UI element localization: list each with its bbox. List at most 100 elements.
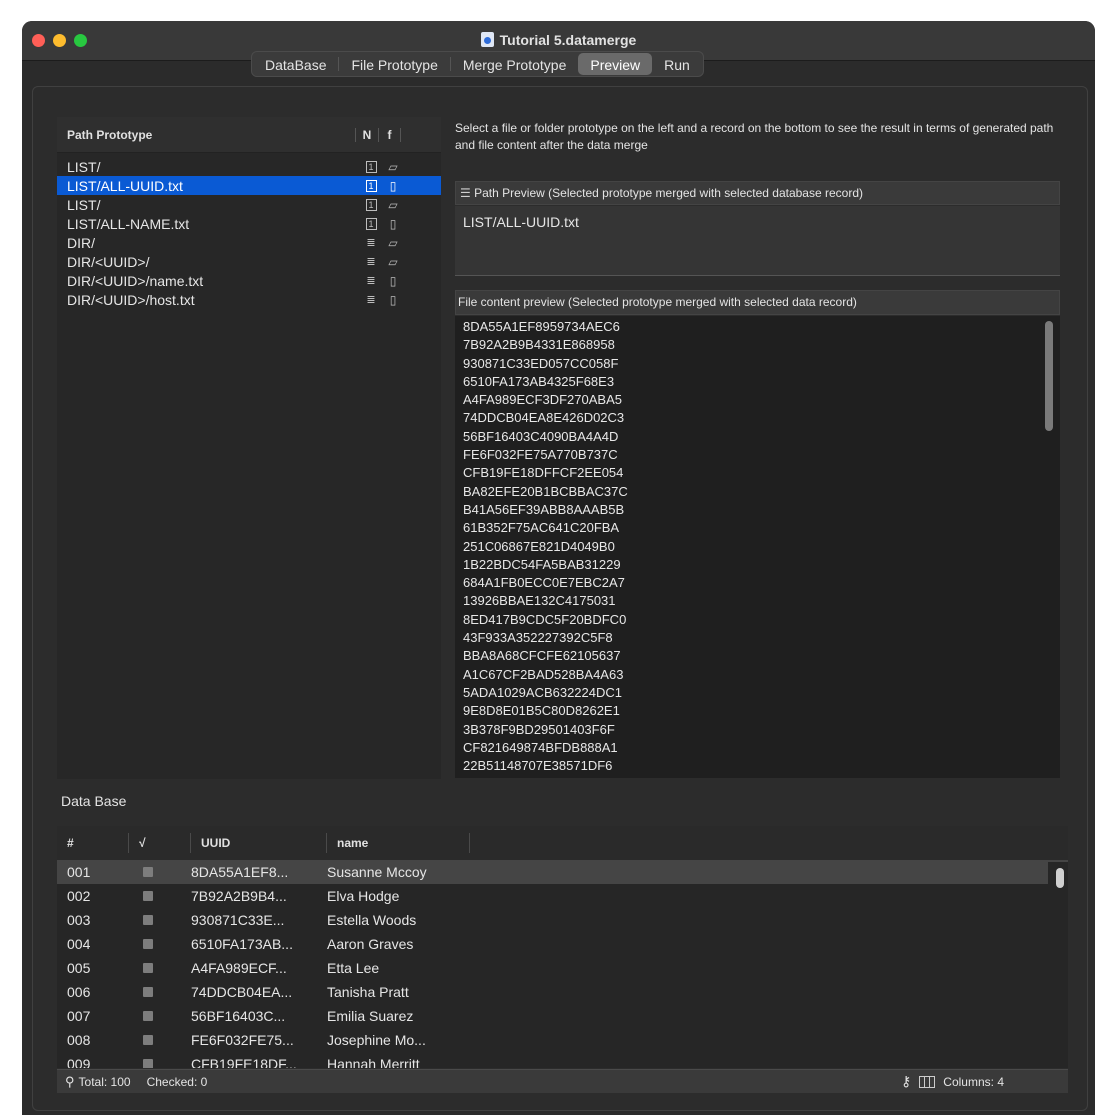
table-row[interactable]: 001 8DA55A1EF8... Susanne Mccoy (57, 860, 1068, 884)
per-record-list-icon[interactable]: ≣ (360, 236, 382, 249)
database-scrollbar[interactable] (1056, 868, 1064, 888)
file-content-preview-header: File content preview (Selected prototype… (455, 290, 1060, 315)
file-content-line: BA82EFE20B1BCBBAC37C (463, 483, 628, 499)
path-prototype-row[interactable]: DIR/<UUID>/host.txt ≣ ▯ (57, 290, 441, 309)
name-cell: Hannah Merritt (327, 1056, 420, 1068)
file-content-line: B41A56EF39ABB8AAAB5B (463, 501, 625, 517)
row-checkbox[interactable] (143, 987, 153, 997)
row-checkbox-cell (129, 960, 191, 976)
path-prototype-row[interactable]: DIR/<UUID>/ ≣ ▱ (57, 252, 441, 271)
table-row[interactable]: 007 56BF16403C... Emilia Suarez (57, 1004, 1068, 1028)
column-header-path-prototype[interactable]: Path Prototype (57, 128, 355, 142)
list-icon: ☰ (460, 186, 471, 200)
window-title: Tutorial 5.datamerge (499, 32, 637, 48)
column-header-checked[interactable]: √ (129, 833, 191, 853)
path-prototype-table: Path Prototype N f LIST/1 ▱ LIST/ALL-UUID.… (57, 117, 441, 779)
per-record-list-icon[interactable]: ≣ (360, 293, 382, 306)
table-row[interactable]: 006 74DDCB04EA... Tanisha Pratt (57, 980, 1068, 1004)
row-number: 007 (67, 1008, 91, 1024)
row-number: 006 (67, 984, 91, 1000)
file-content-line: 22B51148707E38571DF6 (463, 758, 613, 774)
single-record-icon[interactable]: 1 (360, 160, 382, 173)
row-checkbox[interactable] (143, 1035, 153, 1045)
path-prototype-header: Path Prototype N f (57, 117, 441, 153)
tab-run[interactable]: Run (652, 53, 702, 75)
row-checkbox[interactable] (143, 867, 153, 877)
key-icon[interactable]: ⚷ (901, 1073, 911, 1090)
row-number: 004 (67, 936, 91, 952)
row-checkbox[interactable] (143, 915, 153, 925)
name-cell: Aaron Graves (327, 936, 414, 952)
search-icon[interactable]: ⚲ (65, 1074, 75, 1090)
single-record-box: 1 (365, 198, 377, 211)
single-record-icon[interactable]: 1 (360, 179, 382, 192)
file-content-line: 13926BBAE132C4175031 (463, 593, 616, 609)
path-prototype-row[interactable]: LIST/ALL-UUID.txt 1 ▯ (57, 176, 441, 195)
name-cell: Josephine Mo... (327, 1032, 426, 1048)
file-content-line: 930871C33ED057CC058F (463, 355, 619, 371)
file-content-line: A4FA989ECF3DF270ABA5 (463, 392, 622, 408)
path-prototype-row[interactable]: DIR/<UUID>/name.txt ≣ ▯ (57, 271, 441, 290)
tab-database[interactable]: DataBase (253, 53, 338, 75)
single-record-icon[interactable]: 1 (360, 198, 382, 211)
table-row[interactable]: 009 CFB19FE18DF... Hannah Merritt (57, 1052, 1068, 1068)
table-row[interactable]: 002 7B92A2B9B4... Elva Hodge (57, 884, 1068, 908)
name-cell: Etta Lee (327, 960, 380, 976)
file-icon: ▯ (389, 216, 397, 231)
table-row[interactable]: 003 930871C33E... Estella Woods (57, 908, 1068, 932)
path-prototype-row[interactable]: LIST/ALL-NAME.txt 1 ▯ (57, 214, 441, 233)
path-prototype-row[interactable]: DIR/ ≣ ▱ (57, 233, 441, 252)
uuid-cell: A4FA989ECF... (191, 960, 287, 976)
file-content-line: CF821649874BFDB888A1 (463, 739, 618, 755)
per-record-list-icon[interactable]: ≣ (360, 274, 382, 287)
row-checkbox-cell (129, 864, 191, 880)
file-content-line: 43F933A352227392C5F8 (463, 630, 613, 646)
file-content-preview[interactable]: 8DA55A1EF8959734AEC6 7B92A2B9B4331E868958… (455, 316, 1060, 778)
single-record-box: 1 (365, 217, 377, 230)
path-prototype-label: LIST/ (67, 158, 101, 175)
file-content-line: 8ED417B9CDC5F20BDFC0 (463, 611, 627, 627)
row-checkbox[interactable] (143, 891, 153, 901)
file-content-line: 684A1FB0ECC0E7EBC2A7 (463, 575, 625, 591)
table-row[interactable]: 004 6510FA173AB... Aaron Graves (57, 932, 1068, 956)
row-checkbox[interactable] (143, 1011, 153, 1021)
column-header-n[interactable]: N (355, 127, 378, 142)
single-record-icon[interactable]: 1 (360, 217, 382, 230)
path-preview-header: ☰ Path Preview (Selected prototype merge… (455, 181, 1060, 205)
folder-icon: ▱ (388, 235, 398, 250)
row-checkbox[interactable] (143, 1059, 153, 1068)
columns-count: Columns: 4 (943, 1074, 1004, 1089)
file-content-line: FE6F032FE75A770B737C (463, 447, 618, 463)
file-content-line: 8DA55A1EF8959734AEC6 (463, 319, 620, 334)
file-content-line: 6510FA173AB4325F68E3 (463, 373, 615, 389)
row-number: 005 (67, 960, 91, 976)
name-cell: Susanne Mccoy (327, 864, 427, 880)
tab-preview[interactable]: Preview (578, 53, 653, 75)
uuid-cell: 56BF16403C... (191, 1008, 286, 1024)
column-header-f[interactable]: f (378, 127, 401, 142)
path-prototype-row[interactable]: LIST/1 ▱ (57, 195, 441, 214)
row-number: 008 (67, 1032, 91, 1048)
path-prototype-row[interactable]: LIST/1 ▱ (57, 157, 441, 176)
path-preview-value: LIST/ALL-UUID.txt (455, 206, 1060, 276)
tab-file-prototype[interactable]: File Prototype (339, 53, 449, 75)
row-checkbox-cell (129, 1008, 191, 1024)
path-preview-title: Path Preview (Selected prototype merged … (474, 186, 863, 200)
row-checkbox[interactable] (143, 963, 153, 973)
name-cell: Emilia Suarez (327, 1008, 414, 1024)
per-record-list-icon[interactable]: ≣ (360, 255, 382, 268)
columns-icon[interactable] (919, 1075, 936, 1088)
table-row[interactable]: 008 FE6F032FE75... Josephine Mo... (57, 1028, 1068, 1052)
row-number: 009 (67, 1056, 91, 1068)
file-content-scrollbar[interactable] (1045, 321, 1053, 431)
column-header-uuid[interactable]: UUID (191, 833, 327, 853)
row-number: 003 (67, 912, 91, 928)
window-title-group: Tutorial 5.datamerge (22, 32, 1095, 48)
row-number: 002 (67, 888, 91, 904)
column-header-number[interactable]: # (57, 833, 129, 853)
column-header-name[interactable]: name (327, 833, 470, 853)
row-checkbox[interactable] (143, 939, 153, 949)
tab-merge-prototype[interactable]: Merge Prototype (451, 53, 579, 75)
table-row[interactable]: 005 A4FA989ECF... Etta Lee (57, 956, 1068, 980)
file-content-line: 74DDCB04EA8E426D02C3 (463, 410, 625, 426)
